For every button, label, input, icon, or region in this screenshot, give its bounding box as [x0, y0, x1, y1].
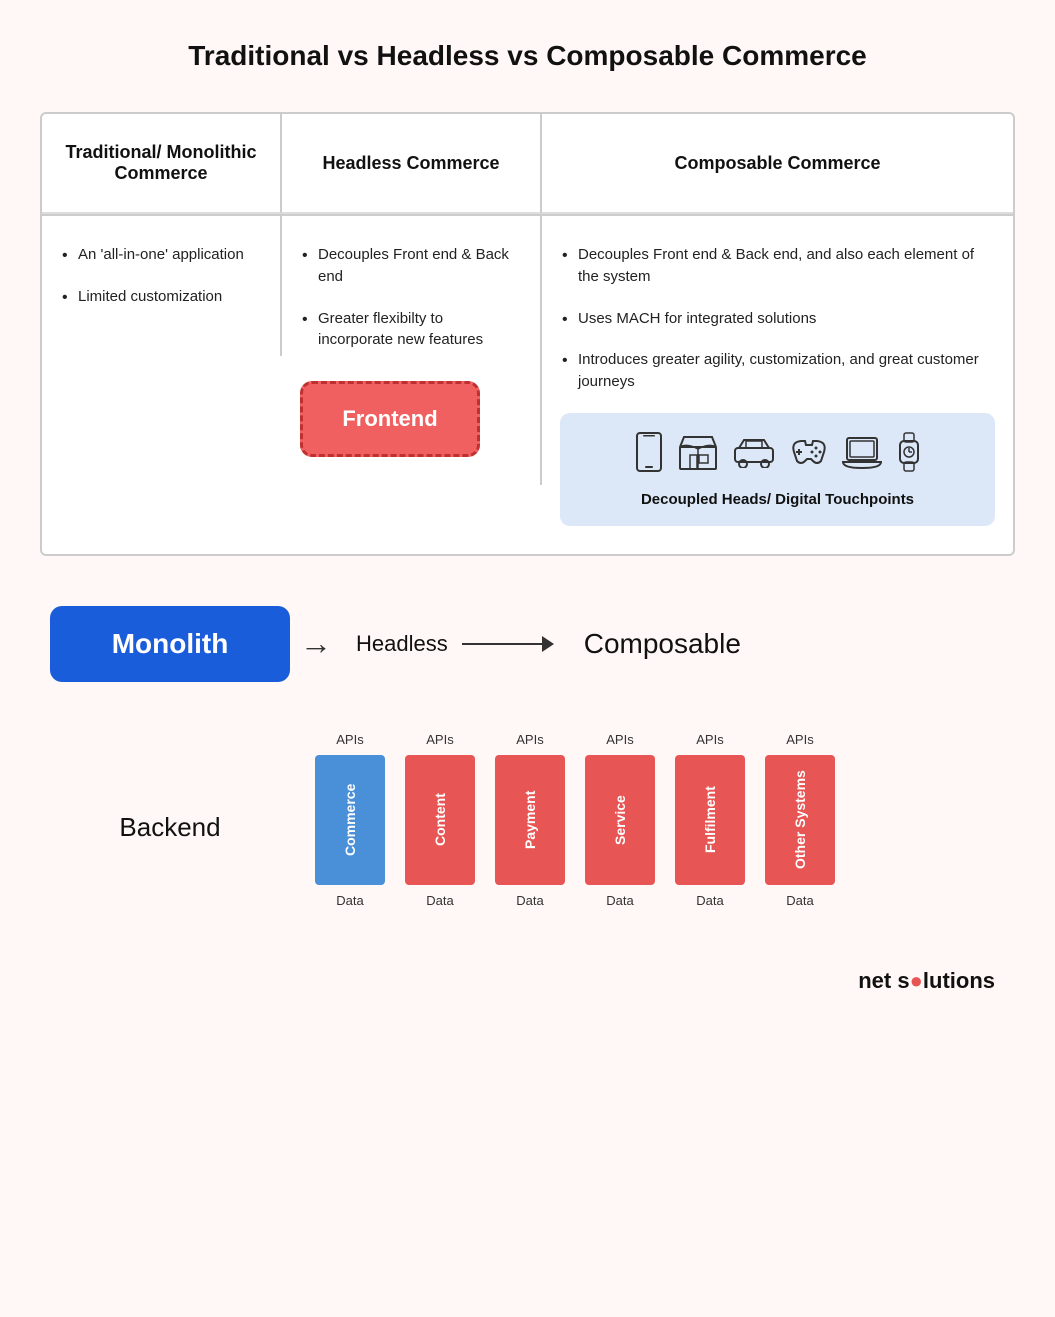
laptop-icon: [841, 434, 883, 478]
data-label-3: Data: [606, 893, 633, 908]
traditional-item-1: An 'all-in-one' application: [60, 244, 262, 266]
data-label-0: Data: [336, 893, 363, 908]
traditional-item-2: Limited customization: [60, 286, 262, 308]
header-traditional: Traditional/ Monolithic Commerce: [42, 114, 282, 214]
logo-text: net s●lutions: [858, 968, 995, 993]
header-headless: Headless Commerce: [282, 114, 542, 214]
api-col-other: APIs Other Systems Data: [760, 732, 840, 908]
mobile-icon: [633, 432, 665, 480]
col-traditional: An 'all-in-one' application Limited cust…: [42, 216, 282, 356]
bar-content: Content: [405, 755, 475, 885]
decoupled-label: Decoupled Heads/ Digital Touchpoints: [574, 491, 981, 508]
frontend-box-container: Frontend: [300, 381, 522, 457]
api-col-commerce: APIs Commerce Data: [310, 732, 390, 908]
bar-commerce: Commerce: [315, 755, 385, 885]
col-composable: Decouples Front end & Back end, and also…: [542, 216, 1013, 554]
bar-service: Service: [585, 755, 655, 885]
backend-label: Backend: [119, 812, 220, 843]
headless-list: Decouples Front end & Back end Greater f…: [300, 244, 522, 351]
composable-item-3: Introduces greater agility, customizatio…: [560, 349, 995, 393]
headless-item-1: Decouples Front end & Back end: [300, 244, 522, 288]
headless-long-arrow: [462, 636, 554, 652]
api-label-2: APIs: [516, 732, 543, 747]
data-label-2: Data: [516, 893, 543, 908]
car-icon: [731, 436, 777, 476]
api-label-0: APIs: [336, 732, 363, 747]
composable-heads-area: Decoupled Heads/ Digital Touchpoints: [560, 413, 995, 526]
page-wrapper: Traditional vs Headless vs Composable Co…: [0, 0, 1055, 1317]
frontend-box: Frontend: [300, 381, 480, 457]
api-col-fulfilment: APIs Fulfilment Data: [670, 732, 750, 908]
backend-section: Backend APIs Commerce Data APIs Content …: [40, 732, 1015, 908]
api-col-service: APIs Service Data: [580, 732, 660, 908]
composable-list: Decouples Front end & Back end, and also…: [560, 244, 995, 393]
header-composable: Composable Commerce: [542, 114, 1013, 214]
monolith-row: Monolith → Headless Composable: [40, 606, 1015, 682]
api-label-1: APIs: [426, 732, 453, 747]
api-label-5: APIs: [786, 732, 813, 747]
gamepad-icon: [789, 437, 829, 475]
traditional-list: An 'all-in-one' application Limited cust…: [60, 244, 262, 308]
monolith-arrow: →: [300, 625, 332, 662]
col-headless: Decouples Front end & Back end Greater f…: [282, 216, 542, 485]
data-label-5: Data: [786, 893, 813, 908]
bar-other: Other Systems: [765, 755, 835, 885]
composable-label: Composable: [554, 628, 771, 660]
bar-payment: Payment: [495, 755, 565, 885]
monolith-box: Monolith: [50, 606, 290, 682]
data-label-1: Data: [426, 893, 453, 908]
api-label-3: APIs: [606, 732, 633, 747]
device-icons: [574, 431, 981, 481]
logo-dot: ●: [910, 968, 923, 993]
logo-area: net s●lutions: [40, 968, 1015, 994]
api-col-payment: APIs Payment Data: [490, 732, 570, 908]
backend-label-col: Backend: [50, 732, 290, 843]
comparison-table: Traditional/ Monolithic Commerce Headles…: [40, 112, 1015, 556]
api-label-4: APIs: [696, 732, 723, 747]
headless-label: Headless: [342, 631, 462, 657]
watch-icon: [895, 431, 923, 481]
backend-columns: APIs Commerce Data APIs Content Data API…: [310, 732, 1005, 908]
composable-item-2: Uses MACH for integrated solutions: [560, 308, 995, 330]
data-label-4: Data: [696, 893, 723, 908]
headless-item-2: Greater flexibilty to incorporate new fe…: [300, 308, 522, 352]
store-icon: [677, 433, 719, 479]
bar-fulfilment: Fulfilment: [675, 755, 745, 885]
page-title: Traditional vs Headless vs Composable Co…: [40, 40, 1015, 72]
composable-item-1: Decouples Front end & Back end, and also…: [560, 244, 995, 288]
api-col-content: APIs Content Data: [400, 732, 480, 908]
